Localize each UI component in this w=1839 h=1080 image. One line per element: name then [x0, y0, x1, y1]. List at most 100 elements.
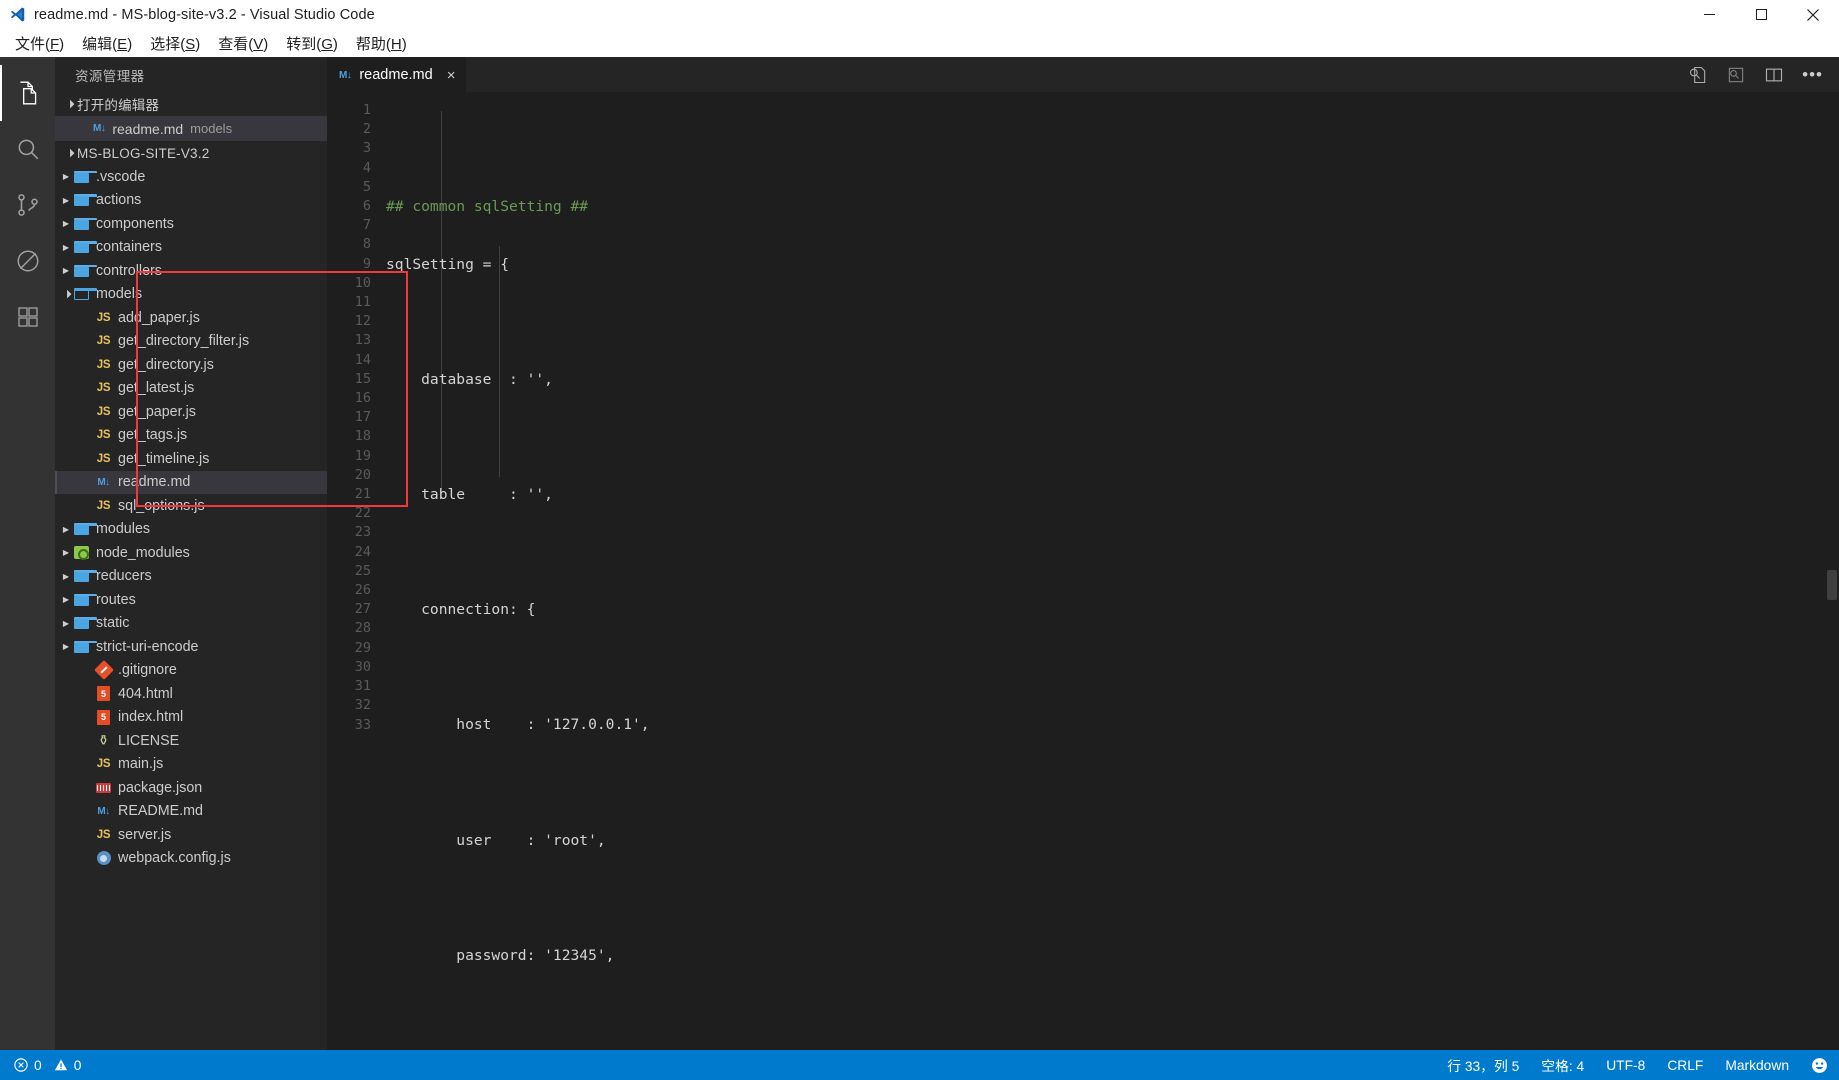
split-editor-icon[interactable]	[1764, 65, 1784, 85]
tree-item-label: package.json	[118, 779, 203, 796]
tab-bar-empty-space	[466, 57, 1679, 92]
status-language-mode[interactable]: Markdown	[1714, 1058, 1800, 1073]
line-number: 30	[354, 658, 371, 675]
maximize-button[interactable]	[1735, 0, 1787, 29]
tree-item-vscode[interactable]: .vscode	[55, 165, 327, 189]
tree-item-static[interactable]: static	[55, 612, 327, 636]
close-button[interactable]	[1787, 0, 1839, 29]
git-icon	[93, 660, 114, 681]
tree-item-gitignore[interactable]: .gitignore	[55, 659, 327, 683]
tree-item-get-directory-filter-js[interactable]: JS get_directory_filter.js	[55, 330, 327, 354]
menu-selection[interactable]: 选择(S)	[141, 31, 209, 56]
status-right-group: 行 33，列 5 空格: 4 UTF-8 CRLF Markdown	[1436, 1055, 1839, 1075]
tree-item-reducers[interactable]: reducers	[55, 565, 327, 589]
status-bar: 0 0 行 33，列 5 空格: 4 UTF-8 CRLF Markdown	[0, 1050, 1839, 1080]
menu-view[interactable]: 查看(V)	[209, 31, 277, 56]
code-line: sqlSetting = {	[386, 255, 510, 273]
menu-go[interactable]: 转到(G)	[277, 31, 347, 56]
tree-item-actions[interactable]: actions	[55, 189, 327, 213]
error-icon	[14, 1058, 28, 1072]
editor-scrollbar-thumb[interactable]	[1827, 570, 1837, 600]
tree-item-index-html[interactable]: 5 index.html	[55, 706, 327, 730]
tree-item-get-latest-js[interactable]: JS get_latest.js	[55, 377, 327, 401]
line-number: 26	[354, 582, 371, 599]
menu-file[interactable]: 文件(F)	[6, 31, 73, 56]
tree-item-server-js[interactable]: JS server.js	[55, 823, 327, 847]
menu-help[interactable]: 帮助(H)	[347, 31, 416, 56]
line-number: 12	[354, 313, 371, 330]
smiley-icon[interactable]	[1800, 1057, 1839, 1074]
tree-item-get-directory-js[interactable]: JS get_directory.js	[55, 353, 327, 377]
tree-item-get-timeline-js[interactable]: JS get_timeline.js	[55, 447, 327, 471]
tree-item-sql-options-js[interactable]: JS sql_options.js	[55, 494, 327, 518]
tree-item-strict-uri-encode[interactable]: strict-uri-encode	[55, 635, 327, 659]
close-icon[interactable]: ×	[447, 67, 456, 84]
code-editor[interactable]: 1 2 3 4 5 6 7 8 9 10 11 12 13 14 15 16 1	[327, 92, 1839, 1050]
project-header[interactable]: MS-BLOG-SITE-V3.2	[55, 141, 327, 165]
project-label: MS-BLOG-SITE-V3.2	[77, 145, 210, 161]
tab-readme-md[interactable]: M↓ readme.md ×	[327, 57, 467, 92]
activity-source-control[interactable]	[0, 177, 55, 233]
status-eol[interactable]: CRLF	[1656, 1058, 1714, 1073]
line-number: 15	[354, 370, 371, 387]
activity-extensions[interactable]	[0, 289, 55, 345]
tree-item-node-modules[interactable]: node_modules	[55, 541, 327, 565]
js-file-icon: JS	[96, 405, 111, 418]
open-editors-header[interactable]: 打开的编辑器	[55, 92, 327, 116]
activity-debug[interactable]	[0, 233, 55, 289]
chevron-right-icon	[55, 243, 71, 252]
tree-item-label: get_tags.js	[118, 427, 188, 444]
tree-item-controllers[interactable]: controllers	[55, 259, 327, 283]
tree-item-label: node_modules	[96, 544, 190, 561]
line-number: 16	[354, 390, 371, 407]
status-problems[interactable]: 0 0	[0, 1058, 81, 1073]
webpack-icon	[93, 851, 114, 866]
tree-item-add-paper-js[interactable]: JS add_paper.js	[55, 306, 327, 330]
line-number: 18	[354, 428, 371, 445]
status-encoding[interactable]: UTF-8	[1595, 1058, 1656, 1073]
code-line: database : '',	[386, 370, 553, 388]
file-tree: .vscode actions components containers	[55, 165, 327, 1050]
menu-edit[interactable]: 编辑(E)	[73, 31, 141, 56]
tree-item-404-html[interactable]: 5 404.html	[55, 682, 327, 706]
minimize-button[interactable]	[1683, 0, 1735, 29]
code-content[interactable]: ## common sqlSetting ## sqlSetting = { d…	[383, 92, 1839, 1050]
tree-item-components[interactable]: components	[55, 212, 327, 236]
license-icon: ⚱	[97, 732, 110, 749]
tree-item-modules[interactable]: modules	[55, 518, 327, 542]
activity-explorer[interactable]	[0, 65, 55, 121]
open-editor-item-readme[interactable]: M↓ readme.md models	[55, 116, 327, 141]
tree-item-main-js[interactable]: JS main.js	[55, 753, 327, 777]
open-preview-to-side-icon[interactable]	[1726, 65, 1746, 85]
tree-item-models[interactable]: models	[55, 283, 327, 307]
line-number: 27	[354, 601, 371, 618]
tree-item-get-paper-js[interactable]: JS get_paper.js	[55, 400, 327, 424]
tree-item-webpack-config-js[interactable]: webpack.config.js	[55, 847, 327, 871]
tree-item-containers[interactable]: containers	[55, 236, 327, 260]
status-indentation[interactable]: 空格: 4	[1530, 1055, 1595, 1075]
status-cursor-position[interactable]: 行 33，列 5	[1436, 1055, 1530, 1075]
tree-item-label: .vscode	[96, 168, 146, 185]
tree-item-package-json[interactable]: package.json	[55, 776, 327, 800]
folder-icon	[71, 640, 97, 653]
tree-item-label: static	[96, 615, 130, 632]
more-actions-icon[interactable]: •••	[1802, 66, 1823, 83]
js-file-icon: JS	[96, 828, 111, 841]
tree-item-license[interactable]: ⚱ LICENSE	[55, 729, 327, 753]
tree-item-readme-md[interactable]: M↓ readme.md	[55, 470, 327, 494]
open-preview-icon[interactable]	[1688, 65, 1708, 85]
tree-item-get-tags-js[interactable]: JS get_tags.js	[55, 424, 327, 448]
md-icon: M↓	[93, 123, 106, 134]
folder-icon	[71, 241, 97, 254]
tree-item-label: readme.md	[118, 474, 191, 491]
chevron-down-icon	[61, 100, 77, 109]
activity-search[interactable]	[0, 121, 55, 177]
tree-item-readme-root-md[interactable]: M↓ README.md	[55, 800, 327, 824]
js-file-icon: JS	[96, 311, 111, 324]
tree-item-routes[interactable]: routes	[55, 588, 327, 612]
